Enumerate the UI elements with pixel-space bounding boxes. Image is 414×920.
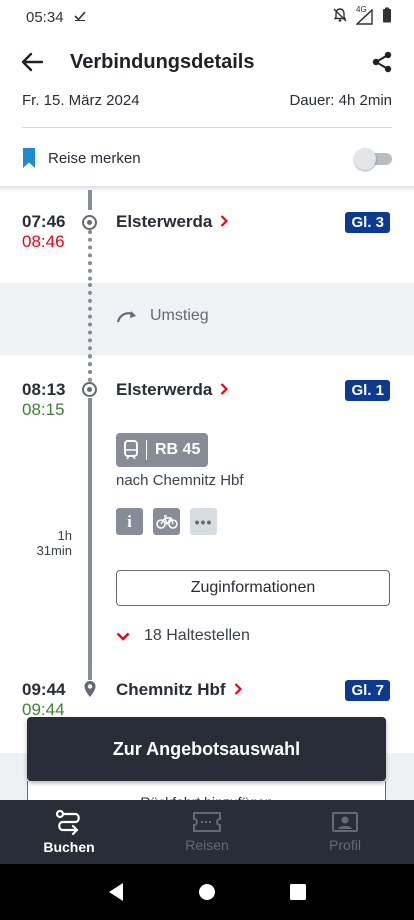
ticket-icon: [193, 812, 221, 832]
toggle-knob: [354, 148, 376, 170]
stop-marker-icon: [82, 382, 97, 397]
more-icon[interactable]: •••: [190, 508, 217, 535]
page-title: Verbindungsdetails: [70, 50, 255, 73]
stop-3-scheduled: 09:44: [22, 680, 66, 699]
nav-label: Buchen: [43, 839, 95, 855]
back-triangle-icon[interactable]: [107, 882, 125, 902]
arrow-left-icon: [21, 52, 44, 72]
timeline-line-top: [88, 190, 92, 210]
app-header: Verbindungsdetails: [0, 34, 414, 90]
intermediate-stops-label: 18 Haltestellen: [144, 627, 250, 644]
stop-marker-icon: [82, 215, 97, 230]
track-badge: Gl. 7: [345, 680, 390, 701]
station-name: Elsterwerda: [116, 380, 213, 399]
stop-1-actual: 08:46: [22, 232, 65, 251]
nav-label: Reisen: [185, 837, 229, 853]
share-icon: [372, 51, 392, 73]
signal-icon: 4G: [356, 5, 374, 25]
stop-1-times: 07:46 08:46: [22, 212, 74, 252]
timeline-dotted-line-overlay: [88, 283, 92, 382]
info-icon[interactable]: i: [116, 508, 143, 535]
chevron-right-icon: [234, 680, 242, 700]
status-bar: 05:34 4G: [0, 0, 414, 34]
bicycle-icon[interactable]: [153, 508, 180, 535]
home-circle-icon[interactable]: [198, 883, 216, 901]
back-button[interactable]: [18, 48, 46, 76]
station-name: Elsterwerda: [116, 212, 213, 231]
intermediate-stops-toggle[interactable]: 18 Haltestellen: [116, 627, 250, 645]
stop-1-station[interactable]: Elsterwerda: [116, 212, 229, 232]
train-direction: nach Chemnitz Hbf: [116, 472, 244, 489]
transfer-arrow-icon: [116, 311, 136, 323]
track-badge: Gl. 3: [345, 212, 390, 233]
bookmark-label: Reise merken: [48, 149, 141, 167]
bottom-nav: Buchen Reisen Profil: [0, 800, 414, 864]
journey-duration: Dauer: 4h 2min: [289, 92, 392, 109]
nav-item-buchen[interactable]: Buchen: [0, 800, 138, 864]
amenities-row: i •••: [116, 508, 217, 535]
status-time: 05:34: [26, 8, 64, 26]
recents-square-icon[interactable]: [289, 883, 307, 901]
nav-item-profil[interactable]: Profil: [276, 800, 414, 864]
track-badge: Gl. 1: [345, 380, 390, 401]
journey-timeline[interactable]: 07:46 08:46 Elsterwerda Gl. 3 Umstieg 08…: [0, 190, 414, 800]
stop-3-station[interactable]: Chemnitz Hbf: [116, 680, 242, 700]
leg-duration-minutes: 31min: [36, 543, 72, 558]
leg-duration: 1h 31min: [22, 528, 72, 558]
station-name: Chemnitz Hbf: [116, 680, 226, 699]
chevron-down-icon: [116, 628, 130, 644]
train-badge-separator: [146, 440, 147, 460]
notifications-off-icon: [332, 7, 348, 27]
chevron-right-icon: [220, 380, 229, 400]
destination-pin-icon: [84, 681, 96, 697]
cta-area: Zur Angebotsauswahl Rückfahrt hinzufügen: [0, 717, 414, 811]
timeline-line-leg: [88, 398, 92, 680]
nav-item-reisen[interactable]: Reisen: [138, 800, 276, 864]
stop-1-scheduled: 07:46: [22, 212, 66, 231]
stop-2-actual: 08:15: [22, 400, 65, 419]
route-icon: [55, 809, 80, 835]
bookmark-toggle[interactable]: [354, 147, 392, 170]
stop-2-station[interactable]: Elsterwerda: [116, 380, 229, 400]
train-info-button[interactable]: Zuginformationen: [116, 570, 390, 606]
system-nav-bar: [0, 864, 414, 920]
profile-icon: [332, 812, 358, 832]
train-icon: [124, 440, 138, 460]
train-badge: RB 45: [116, 433, 209, 467]
leg-duration-hours: 1h: [57, 528, 72, 543]
stop-2-scheduled: 08:13: [22, 380, 66, 399]
chevron-right-icon: [220, 212, 229, 232]
bookmark-icon: [23, 148, 35, 168]
journey-summary: Fr. 15. März 2024 Dauer: 4h 2min: [22, 92, 392, 116]
check-icon: [73, 10, 86, 25]
train-number: RB 45: [155, 441, 201, 458]
offer-selection-button[interactable]: Zur Angebotsauswahl: [27, 717, 386, 781]
divider: [22, 127, 392, 128]
transfer-label: Umstieg: [150, 307, 209, 324]
network-label: 4G: [356, 5, 367, 14]
share-button[interactable]: [368, 48, 396, 76]
bookmark-row[interactable]: Reise merken: [22, 138, 392, 178]
stop-3-times: 09:44 09:44: [22, 680, 74, 720]
stop-2-times: 08:13 08:15: [22, 380, 74, 420]
nav-label: Profil: [329, 837, 361, 853]
transfer-label-row: Umstieg: [116, 307, 209, 325]
journey-date: Fr. 15. März 2024: [22, 92, 140, 109]
battery-icon: [382, 7, 392, 27]
transfer-section: Umstieg: [0, 283, 414, 355]
